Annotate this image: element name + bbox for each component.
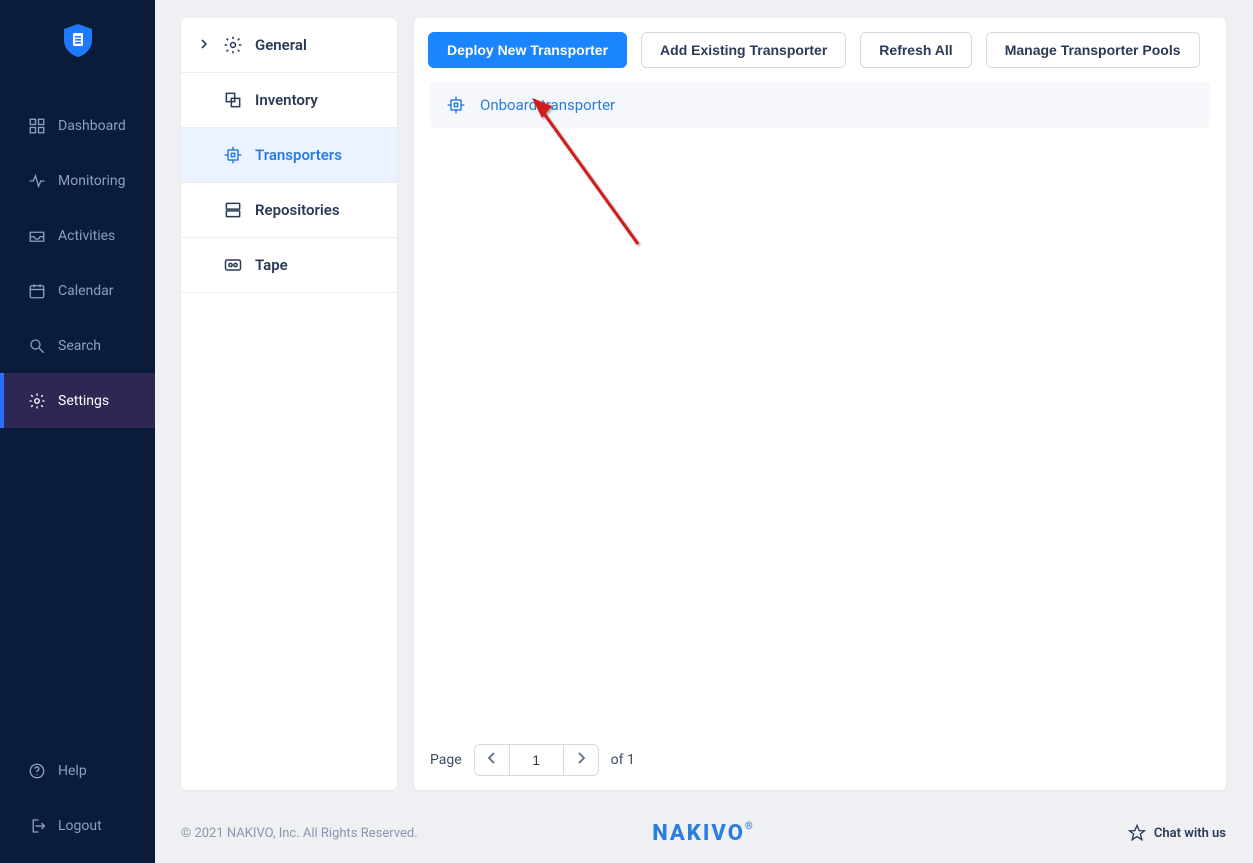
nav-monitoring[interactable]: Monitoring (0, 153, 155, 208)
brand-wordmark: NAKIVO® (652, 821, 755, 846)
settings-sidebar: General Inventory Transporters Repositor… (181, 18, 397, 790)
nav-label: Logout (58, 818, 102, 834)
star-icon (1128, 824, 1146, 842)
nav-settings[interactable]: Settings (0, 373, 155, 428)
refresh-all-button[interactable]: Refresh All (860, 32, 971, 68)
copyright-text: © 2021 NAKIVO, Inc. All Rights Reserved. (181, 826, 418, 841)
help-icon (28, 762, 46, 780)
settings-tab-tape[interactable]: Tape (181, 238, 397, 293)
pulse-icon (28, 172, 46, 190)
toolbar: Deploy New Transporter Add Existing Tran… (414, 18, 1226, 82)
footer: © 2021 NAKIVO, Inc. All Rights Reserved.… (181, 803, 1226, 863)
page-total: of 1 (611, 752, 635, 768)
nav-label: Search (58, 338, 101, 354)
app-logo (0, 0, 155, 80)
main-panel: Deploy New Transporter Add Existing Tran… (414, 18, 1226, 790)
nav-search[interactable]: Search (0, 318, 155, 373)
nav-label: Help (58, 763, 87, 779)
nav-label: Activities (58, 228, 115, 244)
database-icon (223, 200, 243, 220)
chevron-right-icon (199, 38, 211, 52)
nav-label: Dashboard (58, 118, 126, 134)
next-page-button[interactable] (564, 746, 598, 774)
settings-tab-label: Transporters (255, 146, 342, 164)
nav-activities[interactable]: Activities (0, 208, 155, 263)
inventory-icon (223, 90, 243, 110)
page-input[interactable] (509, 745, 564, 775)
nav-dashboard[interactable]: Dashboard (0, 98, 155, 153)
settings-tab-inventory[interactable]: Inventory (181, 73, 397, 128)
chevron-right-icon (576, 752, 586, 764)
nav-label: Settings (58, 393, 109, 409)
deploy-new-transporter-button[interactable]: Deploy New Transporter (428, 32, 627, 68)
settings-tab-transporters[interactable]: Transporters (181, 128, 397, 183)
nav-label: Calendar (58, 283, 114, 299)
cpu-icon (446, 95, 466, 115)
transporter-name: Onboard transporter (480, 96, 615, 114)
tape-icon (223, 255, 243, 275)
main-sidebar: Dashboard Monitoring Activities Calendar… (0, 0, 155, 863)
gear-icon (223, 35, 243, 55)
settings-tab-label: Tape (255, 256, 288, 274)
calendar-icon (28, 282, 46, 300)
grid-icon (28, 117, 46, 135)
nav-logout[interactable]: Logout (0, 798, 155, 853)
logout-icon (28, 817, 46, 835)
add-existing-transporter-button[interactable]: Add Existing Transporter (641, 32, 846, 68)
manage-transporter-pools-button[interactable]: Manage Transporter Pools (986, 32, 1200, 68)
gear-icon (28, 392, 46, 410)
chat-label: Chat with us (1154, 826, 1226, 841)
settings-tab-label: General (255, 36, 307, 54)
settings-tab-label: Inventory (255, 91, 318, 109)
chat-with-us-button[interactable]: Chat with us (1128, 824, 1226, 842)
nav-label: Monitoring (58, 173, 126, 189)
nav-help[interactable]: Help (0, 743, 155, 798)
page-label: Page (430, 752, 462, 768)
settings-tab-general[interactable]: General (181, 18, 397, 73)
settings-tab-repositories[interactable]: Repositories (181, 183, 397, 238)
chevron-left-icon (487, 752, 497, 764)
search-icon (28, 337, 46, 355)
pagination: Page of 1 (414, 730, 1226, 790)
inbox-icon (28, 227, 46, 245)
transporter-row[interactable]: Onboard transporter (430, 82, 1210, 128)
nav-calendar[interactable]: Calendar (0, 263, 155, 318)
cpu-icon (223, 145, 243, 165)
settings-tab-label: Repositories (255, 201, 340, 219)
prev-page-button[interactable] (475, 746, 509, 774)
